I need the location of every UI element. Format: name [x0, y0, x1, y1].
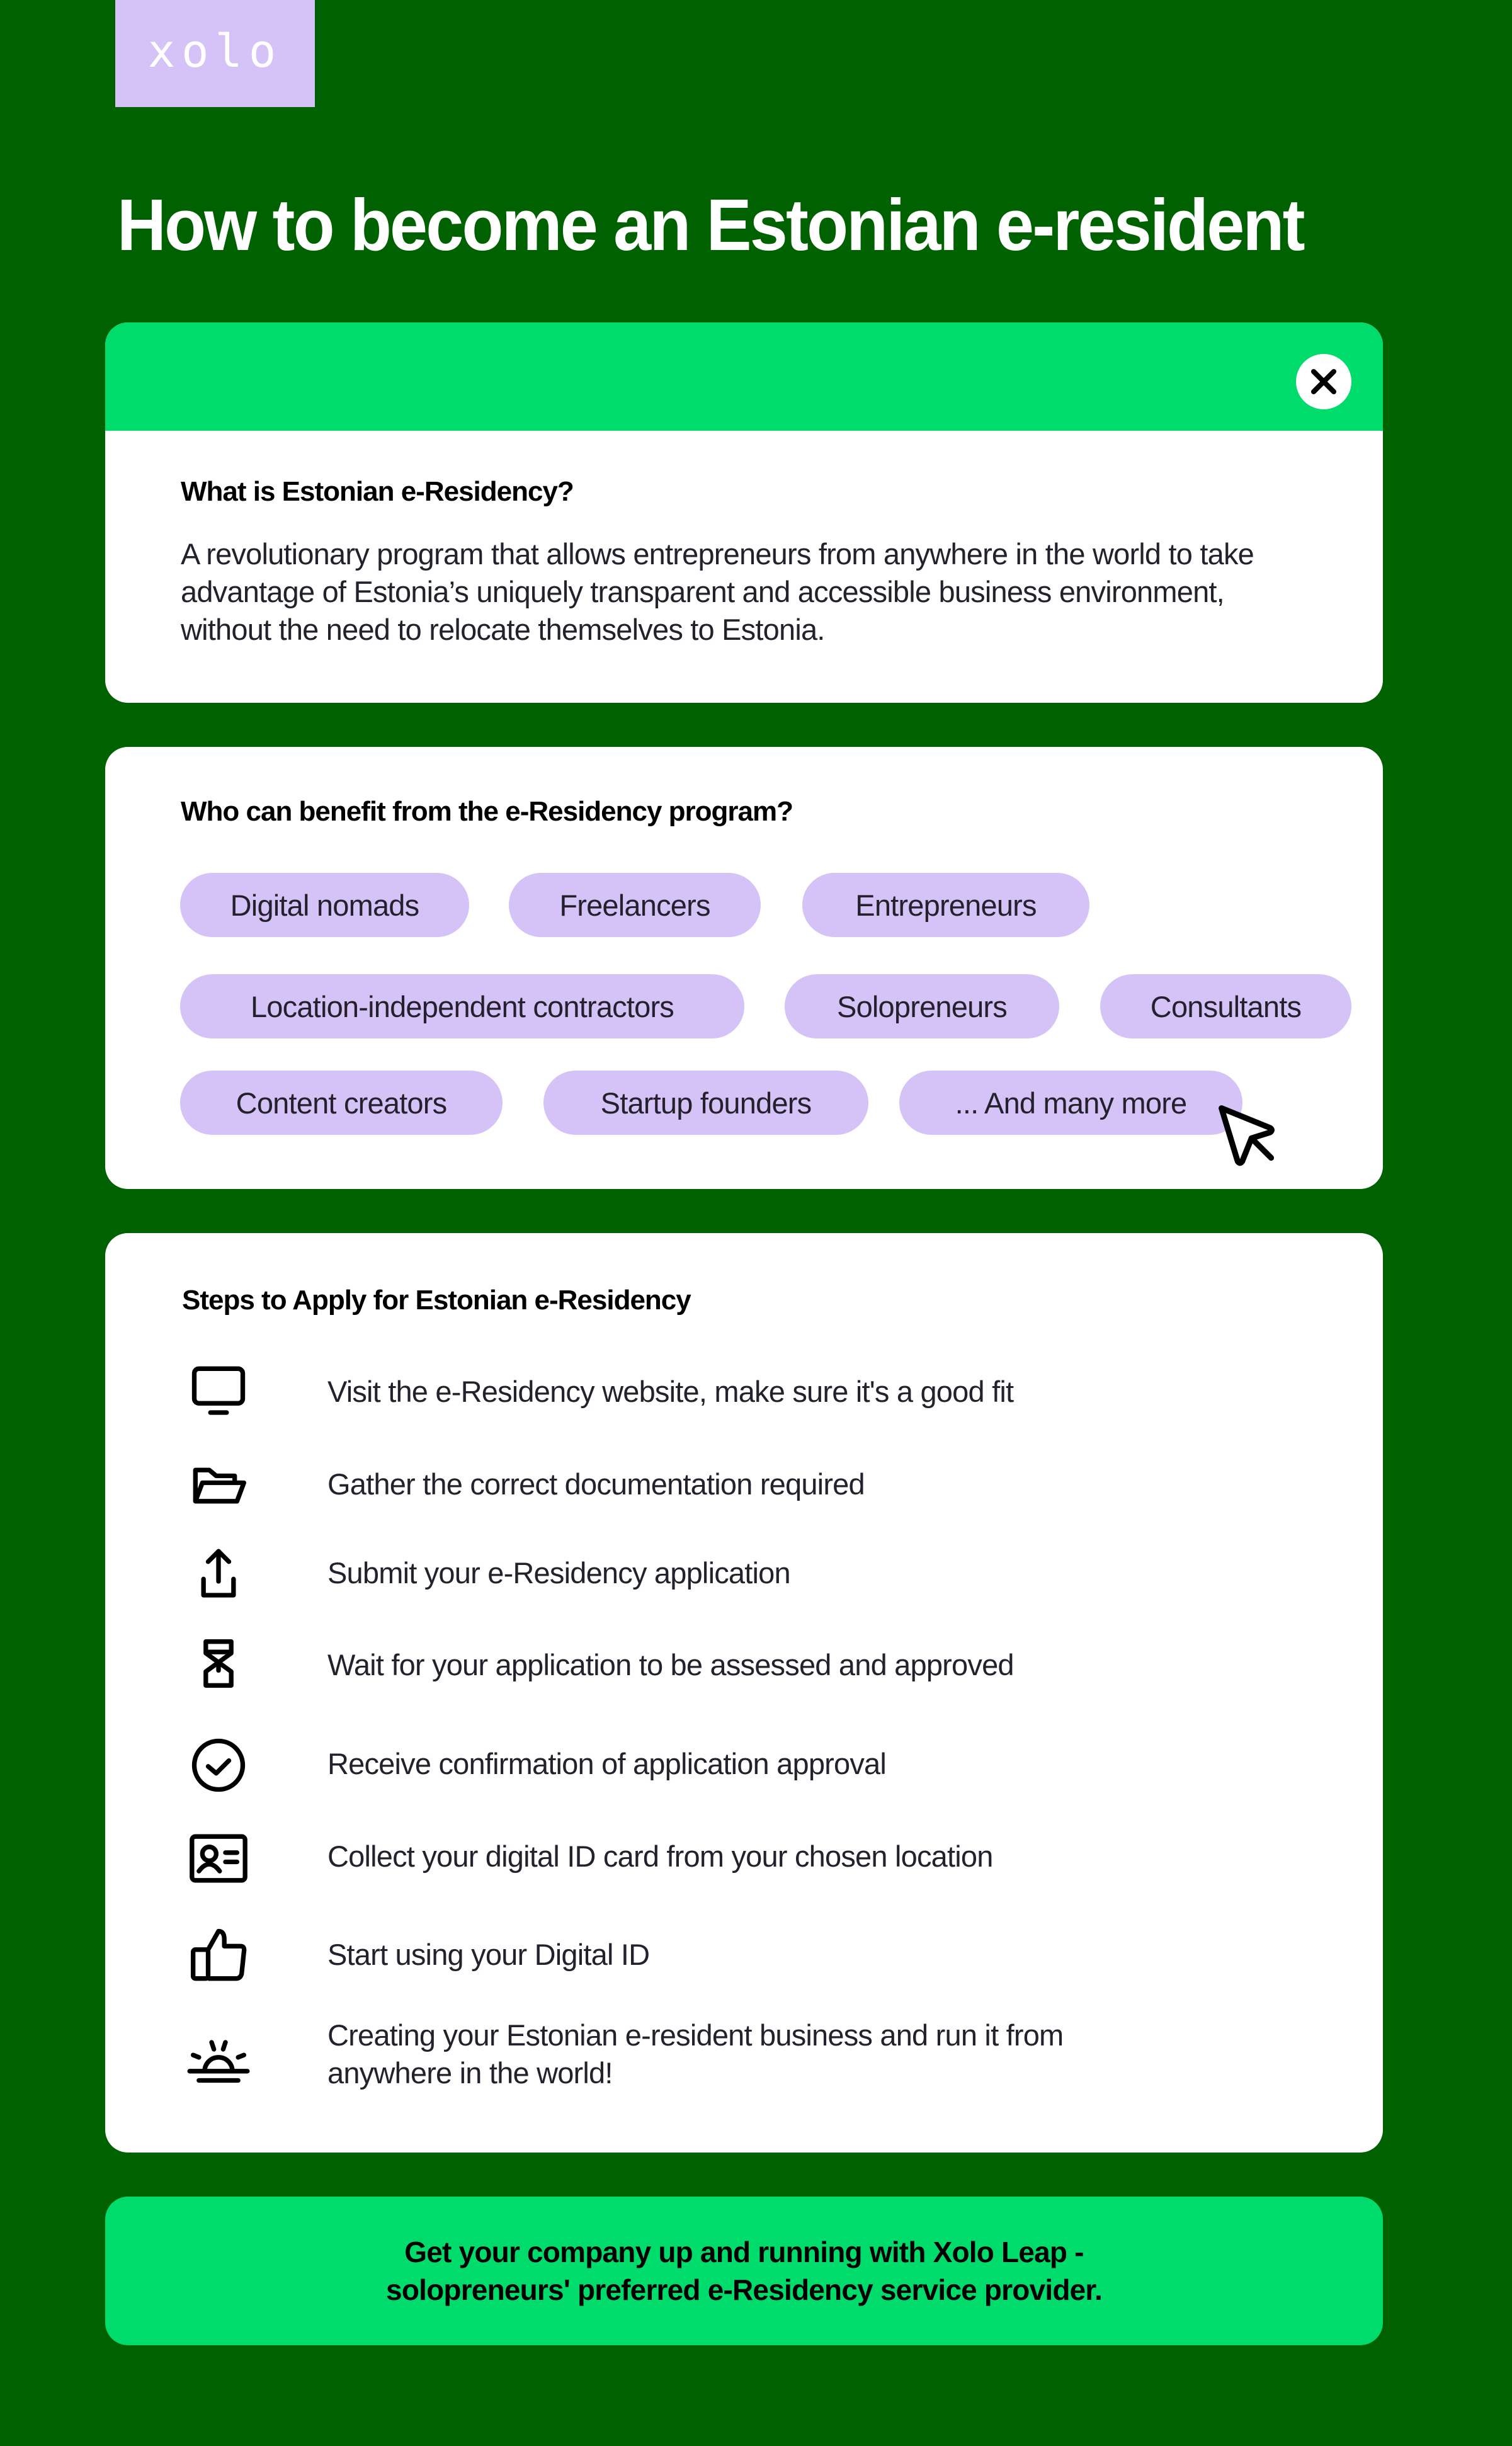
logo-text: xolo: [147, 25, 283, 77]
cta-line-2: solopreneurs' preferred e-Residency serv…: [386, 2273, 1103, 2306]
id-card-icon: [174, 1824, 263, 1893]
cta-line-1: Get your company up and running with Xol…: [404, 2236, 1084, 2268]
cta-text: Get your company up and running with Xol…: [272, 2233, 1217, 2309]
steps-heading: Steps to Apply for Estonian e-Residency: [182, 1285, 691, 1316]
what-is-description: A revolutionary program that allows entr…: [181, 537, 1254, 646]
folder-open-icon: [174, 1452, 263, 1521]
sunrise-icon: [174, 2022, 263, 2091]
tag-location-independent-contractors[interactable]: Location-independent contractors: [180, 974, 744, 1038]
tag-digital-nomads[interactable]: Digital nomads: [180, 873, 469, 937]
what-is-heading: What is Estonian e-Residency?: [181, 476, 574, 507]
tag-startup-founders[interactable]: Startup founders: [543, 1071, 868, 1135]
cta-banner[interactable]: Get your company up and running with Xol…: [105, 2197, 1383, 2345]
tag-content-creators[interactable]: Content creators: [180, 1071, 503, 1135]
tag-solopreneurs[interactable]: Solopreneurs: [785, 974, 1059, 1038]
step-4-text: Wait for your application to be assessed…: [327, 1648, 1015, 1681]
steps-card: Steps to Apply for Estonian e-Residency: [105, 1233, 1383, 2153]
step-1-text: Visit the e-Residency website, make sure…: [327, 1375, 1014, 1408]
step-5-text: Receive confirmation of application appr…: [327, 1747, 887, 1780]
step-6-text: Collect your digital ID card from your c…: [327, 1840, 993, 1873]
step-2-text: Gather the correct documentation require…: [327, 1467, 865, 1501]
mouse-pointer-icon: [1219, 1105, 1275, 1166]
monitor-icon: [174, 1357, 263, 1426]
upload-icon: [174, 1540, 263, 1609]
close-icon: [1311, 369, 1336, 394]
step-7-text: Start using your Digital ID: [327, 1938, 650, 1971]
step-8-text: Creating your Estonian e-resident busine…: [327, 2018, 1064, 2090]
xolo-logo[interactable]: xolo: [115, 0, 315, 107]
hourglass-icon: [174, 1632, 263, 1702]
close-button[interactable]: [1296, 354, 1351, 409]
page-title: How to become an Estonian e-resident: [117, 184, 1305, 266]
tag-consultants[interactable]: Consultants: [1100, 974, 1351, 1038]
tag-freelancers[interactable]: Freelancers: [509, 873, 761, 937]
thumbs-up-icon: [174, 1921, 263, 1990]
check-circle-icon: [174, 1731, 263, 1800]
tag-entrepreneurs[interactable]: Entrepreneurs: [802, 873, 1089, 937]
step-3-text: Submit your e-Residency application: [327, 1556, 791, 1590]
tag-and-many-more[interactable]: ... And many more: [899, 1071, 1242, 1135]
who-can-benefit-heading: Who can benefit from the e-Residency pro…: [181, 796, 793, 827]
card-header-bar: [105, 322, 1383, 431]
what-is-card: What is Estonian e-Residency? A revoluti…: [105, 322, 1383, 703]
